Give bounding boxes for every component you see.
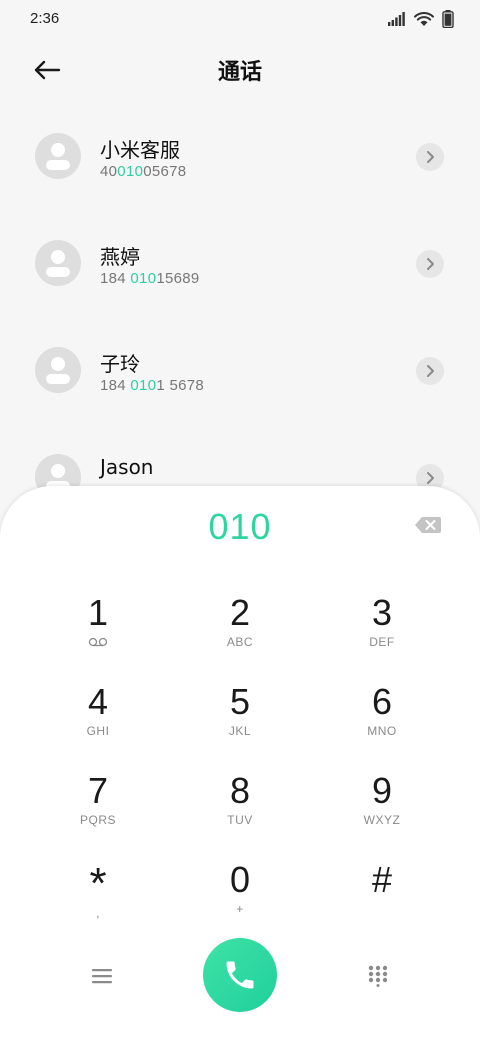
contact-name: 子玲 <box>100 352 140 376</box>
contact-number: 184 0101 5678 <box>100 377 205 394</box>
backspace-button[interactable] <box>414 514 442 536</box>
key-letters: JKL <box>228 724 252 738</box>
dialpad-sheet: 010 1 2 ABC 3 DEF 4 GHI 5 JKL 6 MNO 7 PQ… <box>0 486 480 1040</box>
contact-row[interactable]: 燕婷 184 01015689 <box>0 207 480 314</box>
chevron-right-icon <box>427 258 434 270</box>
key-6[interactable]: 6 MNO <box>311 677 453 766</box>
key-digit: 4 <box>87 681 109 722</box>
key-digit: 6 <box>371 681 393 722</box>
chevron-right-icon <box>427 365 434 377</box>
key-letters: PQRS <box>79 813 116 827</box>
key-7[interactable]: 7 PQRS <box>27 766 169 855</box>
number-match-highlight: 010 <box>117 163 144 180</box>
key-3[interactable]: 3 DEF <box>311 588 453 677</box>
page-title: 通话 <box>217 60 262 85</box>
key-digit: 2 <box>229 592 251 633</box>
header: 通话 <box>0 40 480 100</box>
key-digit: * <box>89 859 107 908</box>
contact-name: 燕婷 <box>100 245 140 269</box>
menu-icon <box>92 969 112 984</box>
key-letters: ABC <box>226 635 254 649</box>
key-9[interactable]: 9 WXYZ <box>311 766 453 855</box>
key-2[interactable]: 2 ABC <box>169 588 311 677</box>
voicemail-icon <box>88 637 108 647</box>
chevron-right-icon <box>427 472 434 484</box>
status-icons <box>388 10 454 28</box>
key-letters: MNO <box>367 724 397 738</box>
key-digit: 0 <box>229 859 251 900</box>
key-letters: DEF <box>369 635 395 649</box>
key-letters: + <box>236 902 244 916</box>
key-digit: 5 <box>229 681 251 722</box>
key-5[interactable]: 5 JKL <box>169 677 311 766</box>
battery-icon <box>442 10 454 28</box>
key-4[interactable]: 4 GHI <box>27 677 169 766</box>
contact-row[interactable]: 小米客服 4001005678 <box>0 100 480 207</box>
key-letters: TUV <box>227 813 253 827</box>
dialed-number-display: 010 <box>208 506 272 547</box>
number-match-highlight: 010 <box>130 377 157 394</box>
key-digit: 9 <box>371 770 393 811</box>
keypad: 1 2 ABC 3 DEF 4 GHI 5 JKL 6 MNO 7 PQRS 8… <box>27 588 453 944</box>
key-hash[interactable]: # <box>311 855 453 944</box>
status-bar: 2:36 <box>0 0 480 40</box>
chevron-right-icon <box>427 151 434 163</box>
contact-detail-button[interactable] <box>416 250 444 278</box>
contact-detail-button[interactable] <box>416 357 444 385</box>
avatar <box>35 240 81 286</box>
dialpad-bottom-bar <box>0 936 480 1016</box>
key-1[interactable]: 1 <box>27 588 169 677</box>
wifi-icon <box>414 11 434 26</box>
contact-number: 184 01015689 <box>100 270 200 287</box>
contact-row[interactable]: 子玲 184 0101 5678 <box>0 314 480 421</box>
key-digit: 1 <box>87 592 109 633</box>
call-button[interactable] <box>203 938 277 1012</box>
contact-list: 小米客服 4001005678 燕婷 184 01015689 子玲 184 0… <box>0 100 480 528</box>
key-digit: # <box>371 859 393 900</box>
key-letters: WXYZ <box>363 813 401 827</box>
dialpad-grid-icon <box>368 965 388 987</box>
key-letters: GHI <box>86 724 110 738</box>
key-digit: 7 <box>87 770 109 811</box>
key-digit: 3 <box>371 592 393 633</box>
key-8[interactable]: 8 TUV <box>169 766 311 855</box>
contact-number: 4001005678 <box>100 163 187 180</box>
key-digit: 8 <box>229 770 251 811</box>
key-0[interactable]: 0 + <box>169 855 311 944</box>
number-match-highlight: 010 <box>130 270 157 287</box>
key-star[interactable]: * , <box>27 855 169 944</box>
keypad-toggle-button[interactable] <box>362 960 394 992</box>
key-letters: , <box>96 906 100 920</box>
avatar <box>35 133 81 179</box>
contact-detail-button[interactable] <box>416 143 444 171</box>
signal-icon <box>388 12 405 26</box>
backspace-icon <box>415 517 441 533</box>
status-time: 2:36 <box>30 10 60 27</box>
avatar <box>35 347 81 393</box>
phone-icon <box>226 961 254 989</box>
contact-name: 小米客服 <box>100 138 180 162</box>
menu-button[interactable] <box>86 960 118 992</box>
contact-name: Jason <box>100 455 154 479</box>
